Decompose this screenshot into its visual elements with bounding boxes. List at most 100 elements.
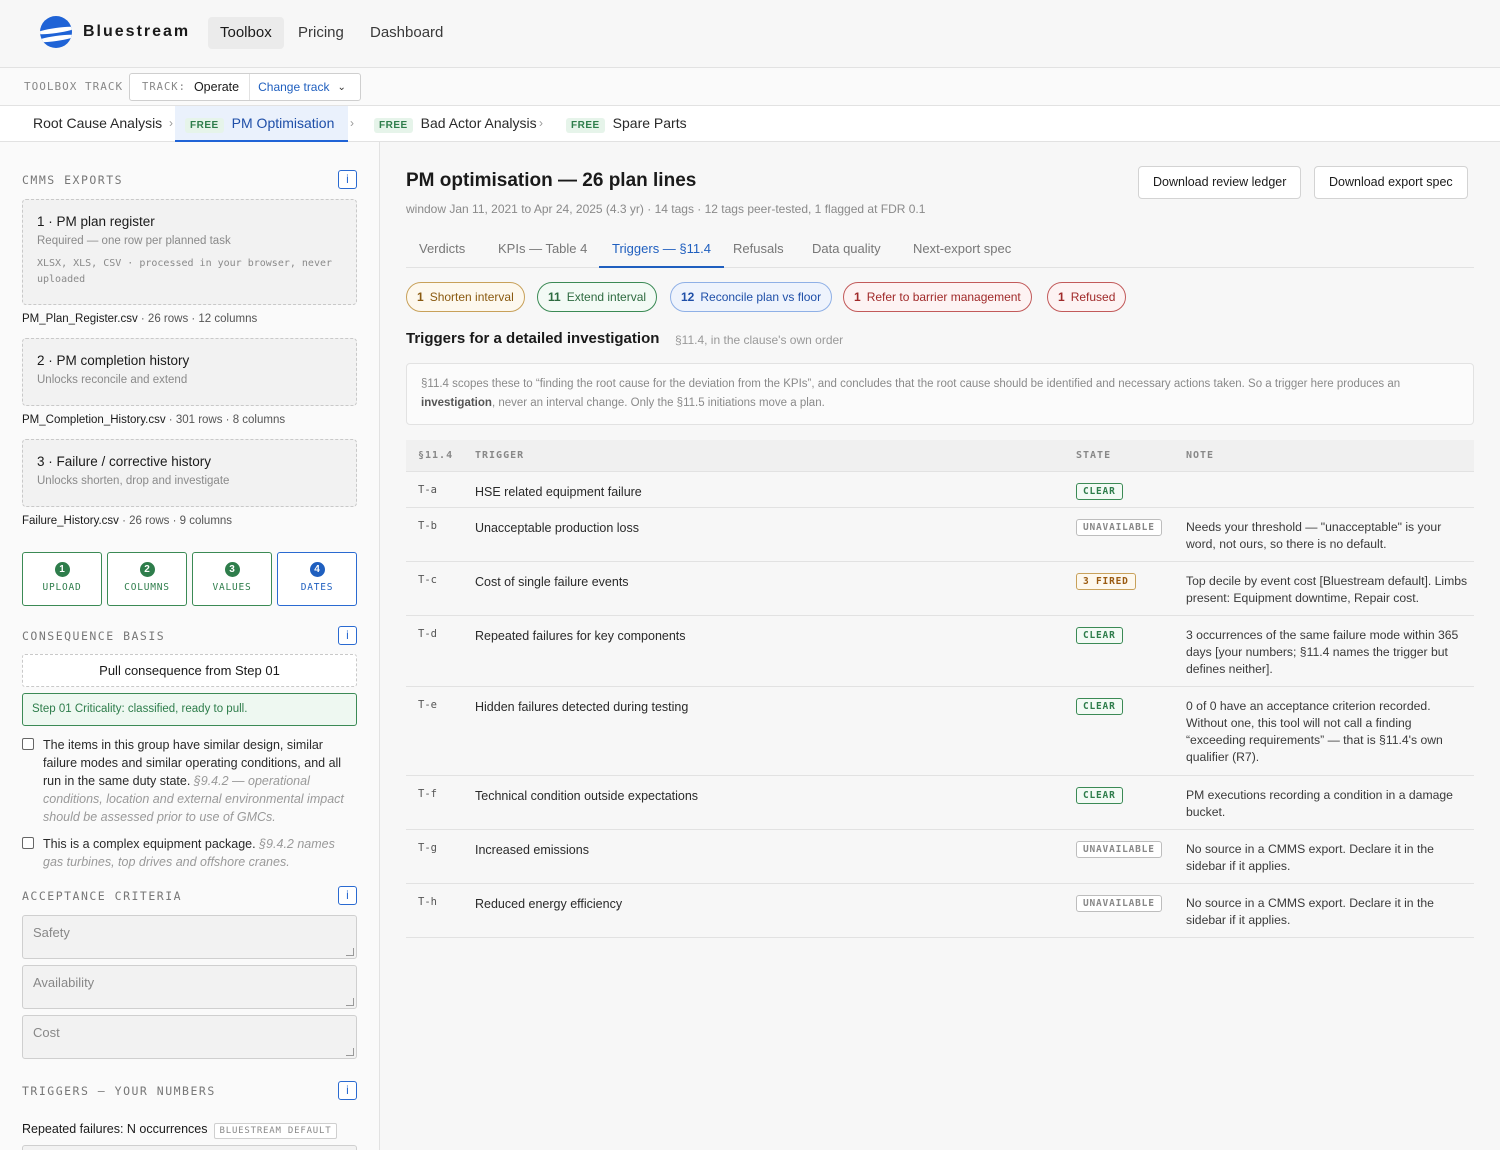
tab-verdicts[interactable]: Verdicts (406, 238, 478, 268)
chevron-right-icon: › (350, 116, 354, 130)
pm-plan-register-dropzone[interactable]: 1 · PM plan register Required — one row … (22, 199, 357, 305)
acceptance-criteria-title: ACCEPTANCE CRITERIA (22, 889, 183, 903)
chevron-right-icon: › (169, 116, 173, 130)
download-export-spec-button[interactable]: Download export spec (1314, 166, 1468, 199)
triggers-your-numbers-title: TRIGGERS — YOUR NUMBERS (22, 1084, 216, 1098)
filter-barrier-management[interactable]: 1 Refer to barrier management (843, 282, 1032, 312)
tool-label: Root Cause Analysis (33, 115, 163, 131)
change-track-button[interactable]: Change track (258, 80, 329, 94)
filter-shorten-interval[interactable]: 1 Shorten interval (406, 282, 525, 312)
nav-pricing[interactable]: Pricing (286, 17, 356, 49)
tab-data-quality[interactable]: Data quality (799, 238, 894, 268)
brand-name: Bluestream (83, 23, 191, 40)
safety-textarea[interactable]: Safety (22, 915, 357, 959)
resize-grip-icon[interactable] (346, 948, 354, 956)
free-badge: FREE (566, 118, 605, 133)
pill-label: Refused (1070, 290, 1116, 304)
cost-textarea[interactable]: Cost (22, 1015, 357, 1059)
tool-bad-actor-analysis[interactable]: FREE Bad Actor Analysis (364, 106, 547, 142)
placeholder: Safety (33, 925, 70, 940)
column-header: §11.4 (418, 450, 454, 461)
chevron-right-icon: › (539, 116, 543, 130)
step-dates[interactable]: 4 DATES (277, 552, 357, 606)
pm-completion-dropzone[interactable]: 2 · PM completion history Unlocks reconc… (22, 338, 357, 406)
criticality-status: Step 01 Criticality: classified, ready t… (22, 693, 357, 726)
file-name: PM_Completion_History.csv (22, 414, 166, 426)
table-row: T-f Technical condition outside expectati… (406, 776, 1474, 830)
note-emphasis: investigation (421, 397, 492, 409)
download-review-ledger-button[interactable]: Download review ledger (1138, 166, 1302, 199)
state-badge: CLEAR (1076, 698, 1123, 715)
state-badge: 3 FIRED (1076, 573, 1136, 590)
file-stats: · 301 rows · 8 columns (165, 414, 286, 426)
trigger-name: Unacceptable production loss (475, 521, 639, 535)
repeated-failures-input[interactable] (22, 1145, 357, 1150)
trigger-code: T-h (418, 896, 437, 908)
toolbox-track-label: TOOLBOX TRACK (24, 80, 124, 93)
tab-kpis[interactable]: KPIs — Table 4 (485, 238, 600, 268)
trigger-note: PM executions recording a condition in a… (1186, 788, 1453, 819)
info-icon[interactable]: i (338, 626, 357, 645)
info-icon[interactable]: i (338, 1081, 357, 1100)
pill-count: 11 (548, 290, 561, 304)
tab-bar: Verdicts KPIs — Table 4 Triggers — §11.4… (406, 238, 1474, 268)
similar-items-checkbox[interactable]: The items in this group have similar des… (22, 736, 357, 826)
trigger-name: Hidden failures detected during testing (475, 700, 689, 714)
tool-pm-optimisation[interactable]: FREE PM Optimisation (175, 106, 348, 142)
table-row: T-b Unacceptable production loss UNAVAILAB… (406, 508, 1474, 562)
pill-label: Reconcile plan vs floor (700, 290, 822, 304)
pill-label: Extend interval (566, 290, 647, 304)
step-label: DATES (300, 582, 334, 593)
file-meta: PM_Plan_Register.csv · 26 rows · 12 colu… (22, 313, 257, 325)
repeated-failures-label: Repeated failures: N occurrences BLUESTRE… (22, 1122, 338, 1139)
step-values[interactable]: 3 VALUES (192, 552, 272, 606)
tool-spare-parts[interactable]: FREE Spare Parts (556, 106, 697, 142)
failure-history-dropzone[interactable]: 3 · Failure / corrective history Unlocks… (22, 439, 357, 507)
page-title: PM optimisation — 26 plan lines (406, 170, 697, 191)
trigger-code: T-b (418, 520, 437, 532)
state-badge: UNAVAILABLE (1076, 841, 1162, 858)
checkbox[interactable] (22, 837, 34, 849)
field-label: Repeated failures: N occurrences (22, 1122, 208, 1136)
trigger-code: T-c (418, 574, 437, 586)
default-badge: BLUESTREAM DEFAULT (213, 1123, 338, 1139)
track-selector[interactable]: TRACK: Operate Change track ⌄ (129, 73, 361, 101)
dropzone-formats: XLSX, XLS, CSV · processed in your brows… (37, 258, 333, 285)
complex-package-checkbox[interactable]: This is a complex equipment package. §9.… (22, 835, 357, 871)
trigger-code: T-g (418, 842, 437, 854)
pull-consequence-button[interactable]: Pull consequence from Step 01 (22, 654, 357, 687)
nav-toolbox[interactable]: Toolbox (208, 17, 284, 49)
dropzone-subtitle: Unlocks shorten, drop and investigate (37, 475, 230, 487)
tab-refusals[interactable]: Refusals (720, 238, 797, 268)
step-columns[interactable]: 2 COLUMNS (107, 552, 187, 606)
trigger-name: Technical condition outside expectations (475, 789, 699, 803)
trigger-note: Top decile by event cost [Bluestream def… (1186, 574, 1468, 605)
tab-next-export-spec[interactable]: Next-export spec (900, 238, 1024, 268)
info-icon[interactable]: i (338, 170, 357, 189)
resize-grip-icon[interactable] (346, 998, 354, 1006)
checkbox[interactable] (22, 738, 34, 750)
brand-logo[interactable]: Bluestream (40, 16, 190, 48)
availability-textarea[interactable]: Availability (22, 965, 357, 1009)
tab-triggers[interactable]: Triggers — §11.4 (599, 238, 724, 268)
resize-grip-icon[interactable] (346, 1048, 354, 1056)
filter-refused[interactable]: 1 Refused (1047, 282, 1127, 312)
file-name: PM_Plan_Register.csv (22, 313, 138, 325)
table-row: T-h Reduced energy efficiency UNAVAILABLE N… (406, 884, 1474, 938)
info-icon[interactable]: i (338, 886, 357, 905)
tool-root-cause-analysis[interactable]: Root Cause Analysis (23, 106, 172, 142)
file-meta: PM_Completion_History.csv · 301 rows · 8… (22, 414, 285, 426)
filter-extend-interval[interactable]: 11 Extend interval (537, 282, 658, 312)
chevron-down-icon: ⌄ (337, 81, 346, 93)
trigger-code: T-d (418, 628, 437, 640)
track-bar: TOOLBOX TRACK TRACK: Operate Change trac… (0, 68, 1500, 106)
divider (249, 74, 251, 100)
main-content: PM optimisation — 26 plan lines window J… (380, 142, 1500, 1150)
step-upload[interactable]: 1 UPLOAD (22, 552, 102, 606)
trigger-code: T-a (418, 484, 437, 496)
column-header: STATE (1076, 450, 1112, 461)
filter-reconcile-plan[interactable]: 12 Reconcile plan vs floor (670, 282, 833, 312)
trigger-name: Reduced energy efficiency (475, 897, 623, 911)
file-stats: · 26 rows · 12 columns (137, 313, 258, 325)
nav-dashboard[interactable]: Dashboard (358, 17, 455, 49)
